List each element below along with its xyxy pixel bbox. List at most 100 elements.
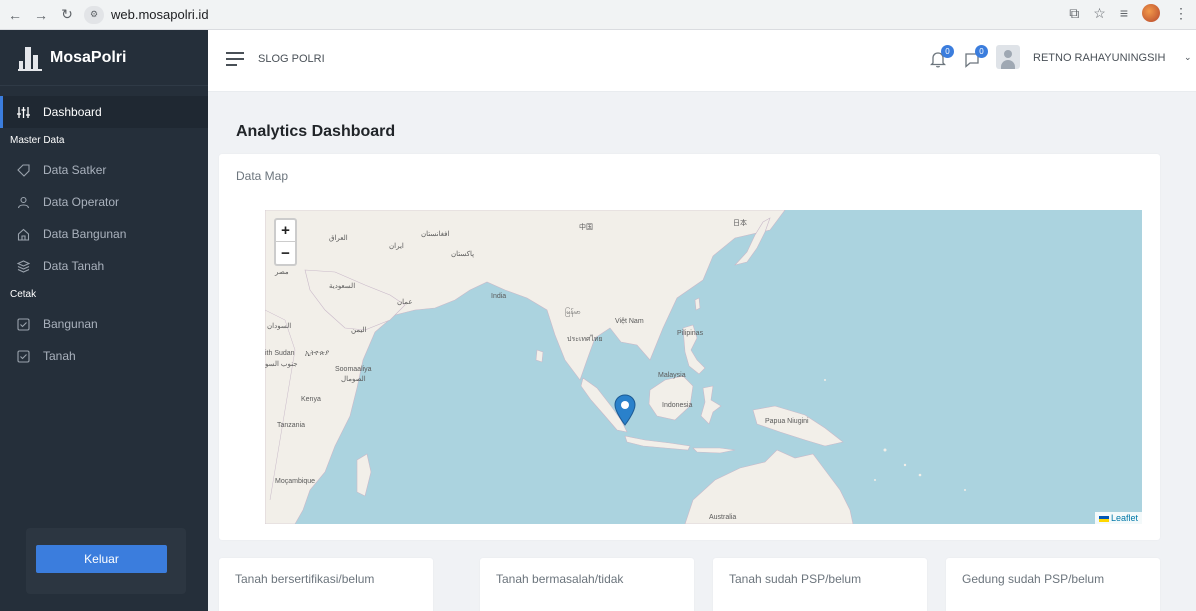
ukraine-flag-icon — [1098, 515, 1109, 522]
sidebar-item-label: Data Tanah — [43, 259, 105, 273]
site-info-icon[interactable]: ⚙ — [84, 5, 104, 24]
translate-icon[interactable]: ⧉ — [1069, 5, 1079, 22]
sidebar: MosaPolri Dashboard Master Data Data Sat… — [0, 30, 208, 611]
extension-icon[interactable] — [1142, 4, 1160, 22]
top-navbar: SLOG POLRI 0 0 RETNO RAHAYUNINGSIH ⌄ — [208, 30, 1196, 92]
home-icon — [16, 227, 30, 241]
notification-count-badge: 0 — [941, 45, 954, 58]
stat-card-tanah-bermasalah: Tanah bermasalah/tidak — [480, 558, 694, 611]
map-label: ایران — [389, 243, 404, 250]
map-tiles — [265, 210, 966, 524]
message-count-badge: 0 — [975, 45, 988, 58]
map-label: Soomaaliya — [335, 366, 372, 373]
map-label: افغانستان — [421, 231, 450, 238]
map-attribution[interactable]: Leaflet — [1094, 512, 1142, 524]
map-label: 中国 — [579, 224, 593, 231]
map-label: ith Sudan — [265, 350, 295, 357]
map-label: جنوب السو — [265, 361, 298, 368]
messages-button[interactable]: 0 — [964, 45, 988, 71]
sliders-icon — [16, 105, 30, 119]
menu-heading-cetak: Cetak — [10, 289, 37, 300]
user-name[interactable]: RETNO RAHAYUNINGSIH — [1033, 52, 1165, 64]
map-label: پاکستان — [451, 251, 475, 258]
stat-card-tanah-psp: Tanah sudah PSP/belum — [713, 558, 927, 611]
back-arrow-icon[interactable]: ← — [4, 4, 26, 26]
forward-arrow-icon[interactable]: → — [30, 4, 52, 26]
sidebar-item-cetak-tanah[interactable]: Tanah — [0, 340, 208, 372]
page-title-rest: Dashboard — [307, 123, 396, 140]
sidebar-item-label: Data Bangunan — [43, 227, 127, 241]
map-label: اليمن — [351, 327, 367, 334]
checkbox-icon — [16, 349, 30, 363]
page-title: Analytics Dashboard — [236, 123, 395, 141]
zoom-in-button[interactable]: + — [276, 220, 295, 242]
map-label: Kenya — [301, 396, 321, 403]
stat-card-title: Tanah bersertifikasi/belum — [235, 572, 375, 586]
checkbox-icon — [16, 317, 30, 331]
sidebar-item-data-bangunan[interactable]: Data Bangunan — [0, 218, 208, 250]
map-label: Indonesia — [662, 402, 693, 409]
browser-menu-icon[interactable]: ⋮ — [1174, 5, 1188, 22]
map-label: India — [491, 293, 507, 300]
map-label: Malaysia — [658, 372, 686, 379]
hamburger-menu-icon[interactable] — [226, 52, 244, 68]
stat-card-title: Tanah bermasalah/tidak — [496, 572, 624, 586]
zoom-control: + − — [274, 218, 297, 266]
address-bar-url[interactable]: web.mosapolri.id — [111, 7, 209, 22]
attribution-link[interactable]: Leaflet — [1111, 513, 1138, 523]
sidebar-item-data-satker[interactable]: Data Satker — [0, 154, 208, 186]
map-label: Việt Nam — [615, 318, 644, 325]
layers-icon — [16, 259, 30, 273]
map-label: မြန်မာ — [565, 309, 581, 316]
notifications-button[interactable]: 0 — [929, 45, 954, 71]
map-label: الصومال — [341, 376, 366, 383]
map-label: عمان — [397, 299, 413, 306]
stat-card-gedung-psp: Gedung sudah PSP/belum — [946, 558, 1160, 611]
bookmark-star-icon[interactable]: ☆ — [1093, 5, 1106, 22]
logout-button[interactable]: Keluar — [36, 545, 167, 573]
page-title-bold: Analytics — [236, 123, 308, 140]
chevron-down-icon[interactable]: ⌄ — [1184, 52, 1192, 63]
data-map-card: Data Map 中国 日本 India မြန်မာ Việt Nam ประ… — [219, 154, 1160, 540]
reading-list-icon[interactable]: ≡ — [1120, 5, 1128, 21]
map-label: Australia — [709, 514, 737, 521]
zoom-out-button[interactable]: − — [276, 242, 295, 264]
stat-card-title: Tanah sudah PSP/belum — [729, 572, 862, 586]
sidebar-item-data-tanah[interactable]: Data Tanah — [0, 250, 208, 282]
user-icon — [16, 195, 30, 209]
map-label: 日本 — [733, 220, 747, 227]
sidebar-item-cetak-bangunan[interactable]: Bangunan — [0, 308, 208, 340]
brand-title: MosaPolri — [50, 48, 127, 66]
map-label: السعودية — [329, 283, 356, 290]
reload-icon[interactable]: ↻ — [56, 4, 78, 26]
sidebar-item-label: Data Satker — [43, 163, 107, 177]
browser-toolbar: ← → ↻ ⚙ web.mosapolri.id ⧉ ☆ ≡ ⋮ — [0, 0, 1196, 30]
map-label: مصر — [275, 269, 289, 276]
sidebar-item-data-operator[interactable]: Data Operator — [0, 186, 208, 218]
tag-icon — [16, 163, 30, 177]
map-label: السودان — [267, 323, 292, 330]
brand[interactable]: MosaPolri — [0, 30, 208, 86]
logout-panel: Keluar — [26, 528, 186, 594]
map-label: العراق — [329, 235, 348, 242]
map-label: Pilipinas — [677, 330, 704, 337]
sidebar-item-label: Bangunan — [43, 317, 98, 331]
sidebar-item-label: Dashboard — [43, 105, 102, 119]
stat-card-tanah-sertifikasi: Tanah bersertifikasi/belum — [219, 558, 433, 611]
menu-heading-master: Master Data — [10, 135, 65, 146]
navbar-title: SLOG POLRI — [258, 53, 325, 65]
avatar[interactable] — [996, 45, 1020, 69]
sidebar-item-label: Tanah — [43, 349, 76, 363]
leaflet-map[interactable]: 中国 日本 India မြန်မာ Việt Nam ประเทศไทย Pi… — [265, 210, 1142, 524]
sidebar-item-dashboard[interactable]: Dashboard — [0, 96, 208, 128]
sidebar-item-label: Data Operator — [43, 195, 120, 209]
building-logo-icon — [18, 45, 42, 71]
map-label: Moçambique — [275, 478, 316, 485]
card-title: Data Map — [236, 169, 289, 183]
map-label: ประเทศไทย — [567, 336, 603, 343]
map-label: Tanzania — [277, 422, 306, 429]
stat-card-title: Gedung sudah PSP/belum — [962, 572, 1105, 586]
map-label: ኢትዮጵያ — [305, 350, 330, 357]
map-label: Papua Niugini — [765, 418, 809, 425]
map-marker-icon[interactable] — [614, 394, 636, 426]
